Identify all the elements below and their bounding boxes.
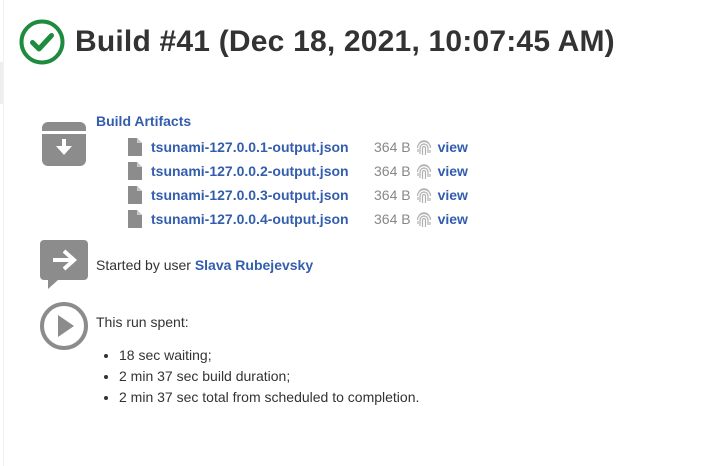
file-icon bbox=[128, 186, 142, 204]
artifact-view-link[interactable]: view bbox=[438, 187, 468, 203]
build-artifacts-link[interactable]: Build Artifacts bbox=[96, 113, 191, 129]
cause-prefix: Started by user bbox=[96, 257, 195, 273]
sidebar-border bbox=[3, 0, 4, 466]
artifact-view-link[interactable]: view bbox=[438, 211, 468, 227]
timing-title: This run spent: bbox=[96, 314, 189, 330]
page-title: Build #41 (Dec 18, 2021, 10:07:45 AM) bbox=[75, 25, 615, 58]
fingerprint-icon[interactable] bbox=[416, 210, 432, 228]
cause-text: Started by user Slava Rubejevsky bbox=[96, 257, 313, 273]
artifact-size: 364 B bbox=[374, 139, 411, 155]
artifact-view-link[interactable]: view bbox=[438, 139, 468, 155]
build-page: Build #41 (Dec 18, 2021, 10:07:45 AM) Bu… bbox=[0, 0, 711, 466]
file-icon bbox=[128, 162, 142, 180]
artifact-row: tsunami-127.0.0.1-output.json 364 B view bbox=[128, 135, 468, 159]
file-icon bbox=[128, 210, 142, 228]
artifact-file-link[interactable]: tsunami-127.0.0.4-output.json bbox=[151, 211, 374, 227]
artifact-row: tsunami-127.0.0.2-output.json 364 B view bbox=[128, 159, 468, 183]
fingerprint-icon[interactable] bbox=[416, 138, 432, 156]
play-circle-icon bbox=[40, 302, 88, 350]
speech-arrow-icon bbox=[40, 240, 88, 289]
user-link[interactable]: Slava Rubejevsky bbox=[195, 257, 313, 273]
artifact-file-link[interactable]: tsunami-127.0.0.1-output.json bbox=[151, 139, 374, 155]
archive-download-icon bbox=[42, 122, 86, 166]
timing-item-waiting: 18 sec waiting; bbox=[119, 346, 419, 367]
fingerprint-icon[interactable] bbox=[416, 186, 432, 204]
artifact-row: tsunami-127.0.0.4-output.json 364 B view bbox=[128, 207, 468, 231]
artifact-list: tsunami-127.0.0.1-output.json 364 B view bbox=[128, 135, 468, 231]
check-circle-icon bbox=[19, 19, 65, 65]
timing-list: 18 sec waiting; 2 min 37 sec build durat… bbox=[119, 346, 419, 409]
artifact-file-link[interactable]: tsunami-127.0.0.3-output.json bbox=[151, 187, 374, 203]
file-icon bbox=[128, 138, 142, 156]
artifact-size: 364 B bbox=[374, 163, 411, 179]
artifact-row: tsunami-127.0.0.3-output.json 364 B view bbox=[128, 183, 468, 207]
artifact-view-link[interactable]: view bbox=[438, 163, 468, 179]
timing-item-duration: 2 min 37 sec build duration; bbox=[119, 367, 419, 388]
timing-item-total: 2 min 37 sec total from scheduled to com… bbox=[119, 388, 419, 409]
artifact-size: 364 B bbox=[374, 187, 411, 203]
artifact-size: 364 B bbox=[374, 211, 411, 227]
fingerprint-icon[interactable] bbox=[416, 162, 432, 180]
build-header: Build #41 (Dec 18, 2021, 10:07:45 AM) bbox=[18, 18, 615, 66]
artifact-file-link[interactable]: tsunami-127.0.0.2-output.json bbox=[151, 163, 374, 179]
